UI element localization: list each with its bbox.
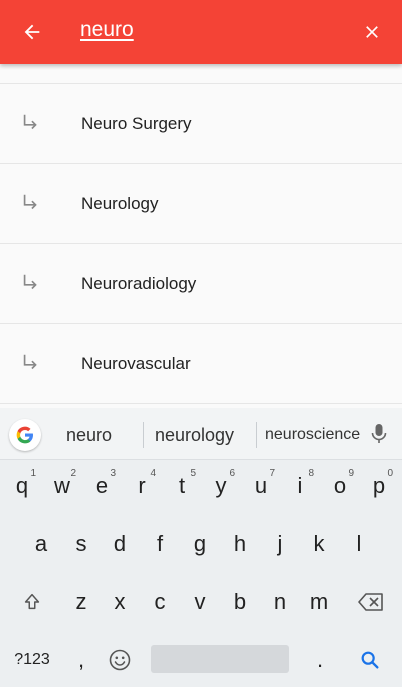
key-letter: o — [333, 473, 347, 498]
suggestion-label: Neurovascular — [81, 354, 191, 373]
key-number-hint: 1 — [30, 468, 36, 479]
keyboard-suggestion-strip: neuro neurology neuroscience — [0, 408, 402, 460]
arrow-left-icon — [24, 24, 40, 40]
key-letter: w — [54, 473, 70, 498]
key-y[interactable]: y6 — [201, 460, 241, 512]
app-screen: neuro Neuro Surgery Neurology Neuroradio… — [0, 0, 402, 687]
key-d[interactable]: d — [100, 518, 140, 570]
key-number-hint: 5 — [190, 468, 196, 479]
key-p[interactable]: p0 — [359, 460, 399, 512]
space-key[interactable] — [151, 645, 289, 673]
key-letter: p — [372, 473, 386, 498]
subdirectory-arrow-right-icon — [23, 114, 37, 130]
suggestion-row[interactable]: Neurovascular — [0, 324, 402, 404]
list-top-divider — [0, 64, 402, 84]
key-f[interactable]: f — [140, 518, 180, 570]
subdirectory-arrow-right-icon — [23, 194, 37, 210]
key-q[interactable]: q1 — [2, 460, 42, 512]
keyboard-suggestion[interactable]: neuroscience — [265, 426, 360, 444]
back-button[interactable] — [14, 14, 50, 50]
key-letter: r — [138, 473, 146, 498]
key-number-hint: 9 — [348, 468, 354, 479]
close-icon — [366, 26, 378, 38]
key-a[interactable]: a — [21, 518, 61, 570]
key-letter: y — [215, 473, 227, 498]
key-u[interactable]: u7 — [241, 460, 281, 512]
key-c[interactable]: c — [140, 576, 180, 628]
emoji-key[interactable] — [100, 634, 140, 686]
subdirectory-arrow-right-icon — [23, 354, 37, 370]
key-number-hint: 7 — [269, 468, 275, 479]
subdirectory-arrow-right-icon — [23, 274, 37, 290]
key-o[interactable]: o9 — [320, 460, 360, 512]
clear-search-button[interactable] — [354, 14, 390, 50]
key-letter: q — [15, 473, 29, 498]
suggestion-row[interactable]: Neuroradiology — [0, 244, 402, 324]
key-v[interactable]: v — [180, 576, 220, 628]
key-n[interactable]: n — [260, 576, 300, 628]
key-k[interactable]: k — [299, 518, 339, 570]
key-x[interactable]: x — [100, 576, 140, 628]
search-query-text[interactable]: neuro — [80, 18, 134, 42]
suggestion-row[interactable]: Neurology — [0, 164, 402, 244]
suggestion-list: Neuro Surgery Neurology Neuroradiology N… — [0, 64, 402, 404]
key-g[interactable]: g — [180, 518, 220, 570]
key-w[interactable]: w2 — [42, 460, 82, 512]
key-number-hint: 6 — [229, 468, 235, 479]
key-m[interactable]: m — [299, 576, 339, 628]
suggestion-row[interactable]: Neuro Surgery — [0, 84, 402, 164]
key-number-hint: 0 — [387, 468, 393, 479]
key-s[interactable]: s — [61, 518, 101, 570]
shift-arrow-icon — [24, 593, 40, 610]
symbols-key[interactable]: ?123 — [4, 634, 60, 686]
search-icon — [361, 651, 379, 669]
key-letter: t — [178, 473, 186, 498]
google-g-icon — [16, 426, 33, 444]
key-number-hint: 8 — [308, 468, 314, 479]
search-key[interactable] — [350, 634, 390, 686]
period-key[interactable]: . — [300, 634, 340, 686]
backspace-icon — [358, 593, 383, 611]
keyboard-suggestion[interactable]: neurology — [155, 425, 234, 446]
suggestion-divider — [143, 422, 144, 448]
key-i[interactable]: i8 — [280, 460, 320, 512]
shift-key[interactable] — [12, 576, 52, 628]
key-h[interactable]: h — [220, 518, 260, 570]
key-r[interactable]: r4 — [122, 460, 162, 512]
suggestion-label: Neurology — [81, 194, 159, 213]
search-bar: neuro — [0, 0, 402, 64]
key-z[interactable]: z — [61, 576, 101, 628]
comma-key[interactable]: , — [61, 634, 101, 686]
key-b[interactable]: b — [220, 576, 260, 628]
key-t[interactable]: t5 — [162, 460, 202, 512]
key-j[interactable]: j — [260, 518, 300, 570]
emoji-icon — [109, 649, 131, 671]
keyboard-suggestion[interactable]: neuro — [66, 425, 112, 446]
soft-keyboard: neuro neurology neuroscience q1 w2 e3 r4… — [0, 408, 402, 687]
key-number-hint: 3 — [110, 468, 116, 479]
google-button[interactable] — [9, 419, 41, 451]
suggestion-label: Neuroradiology — [81, 274, 197, 293]
suggestion-divider — [256, 422, 257, 448]
key-number-hint: 2 — [70, 468, 76, 479]
key-letter: u — [254, 473, 268, 498]
key-number-hint: 4 — [150, 468, 156, 479]
suggestion-label: Neuro Surgery — [81, 114, 192, 133]
key-letter: i — [297, 473, 303, 498]
backspace-key[interactable] — [350, 576, 392, 628]
key-e[interactable]: e3 — [82, 460, 122, 512]
key-l[interactable]: l — [339, 518, 379, 570]
microphone-icon[interactable] — [370, 423, 388, 445]
key-letter: e — [95, 473, 109, 498]
